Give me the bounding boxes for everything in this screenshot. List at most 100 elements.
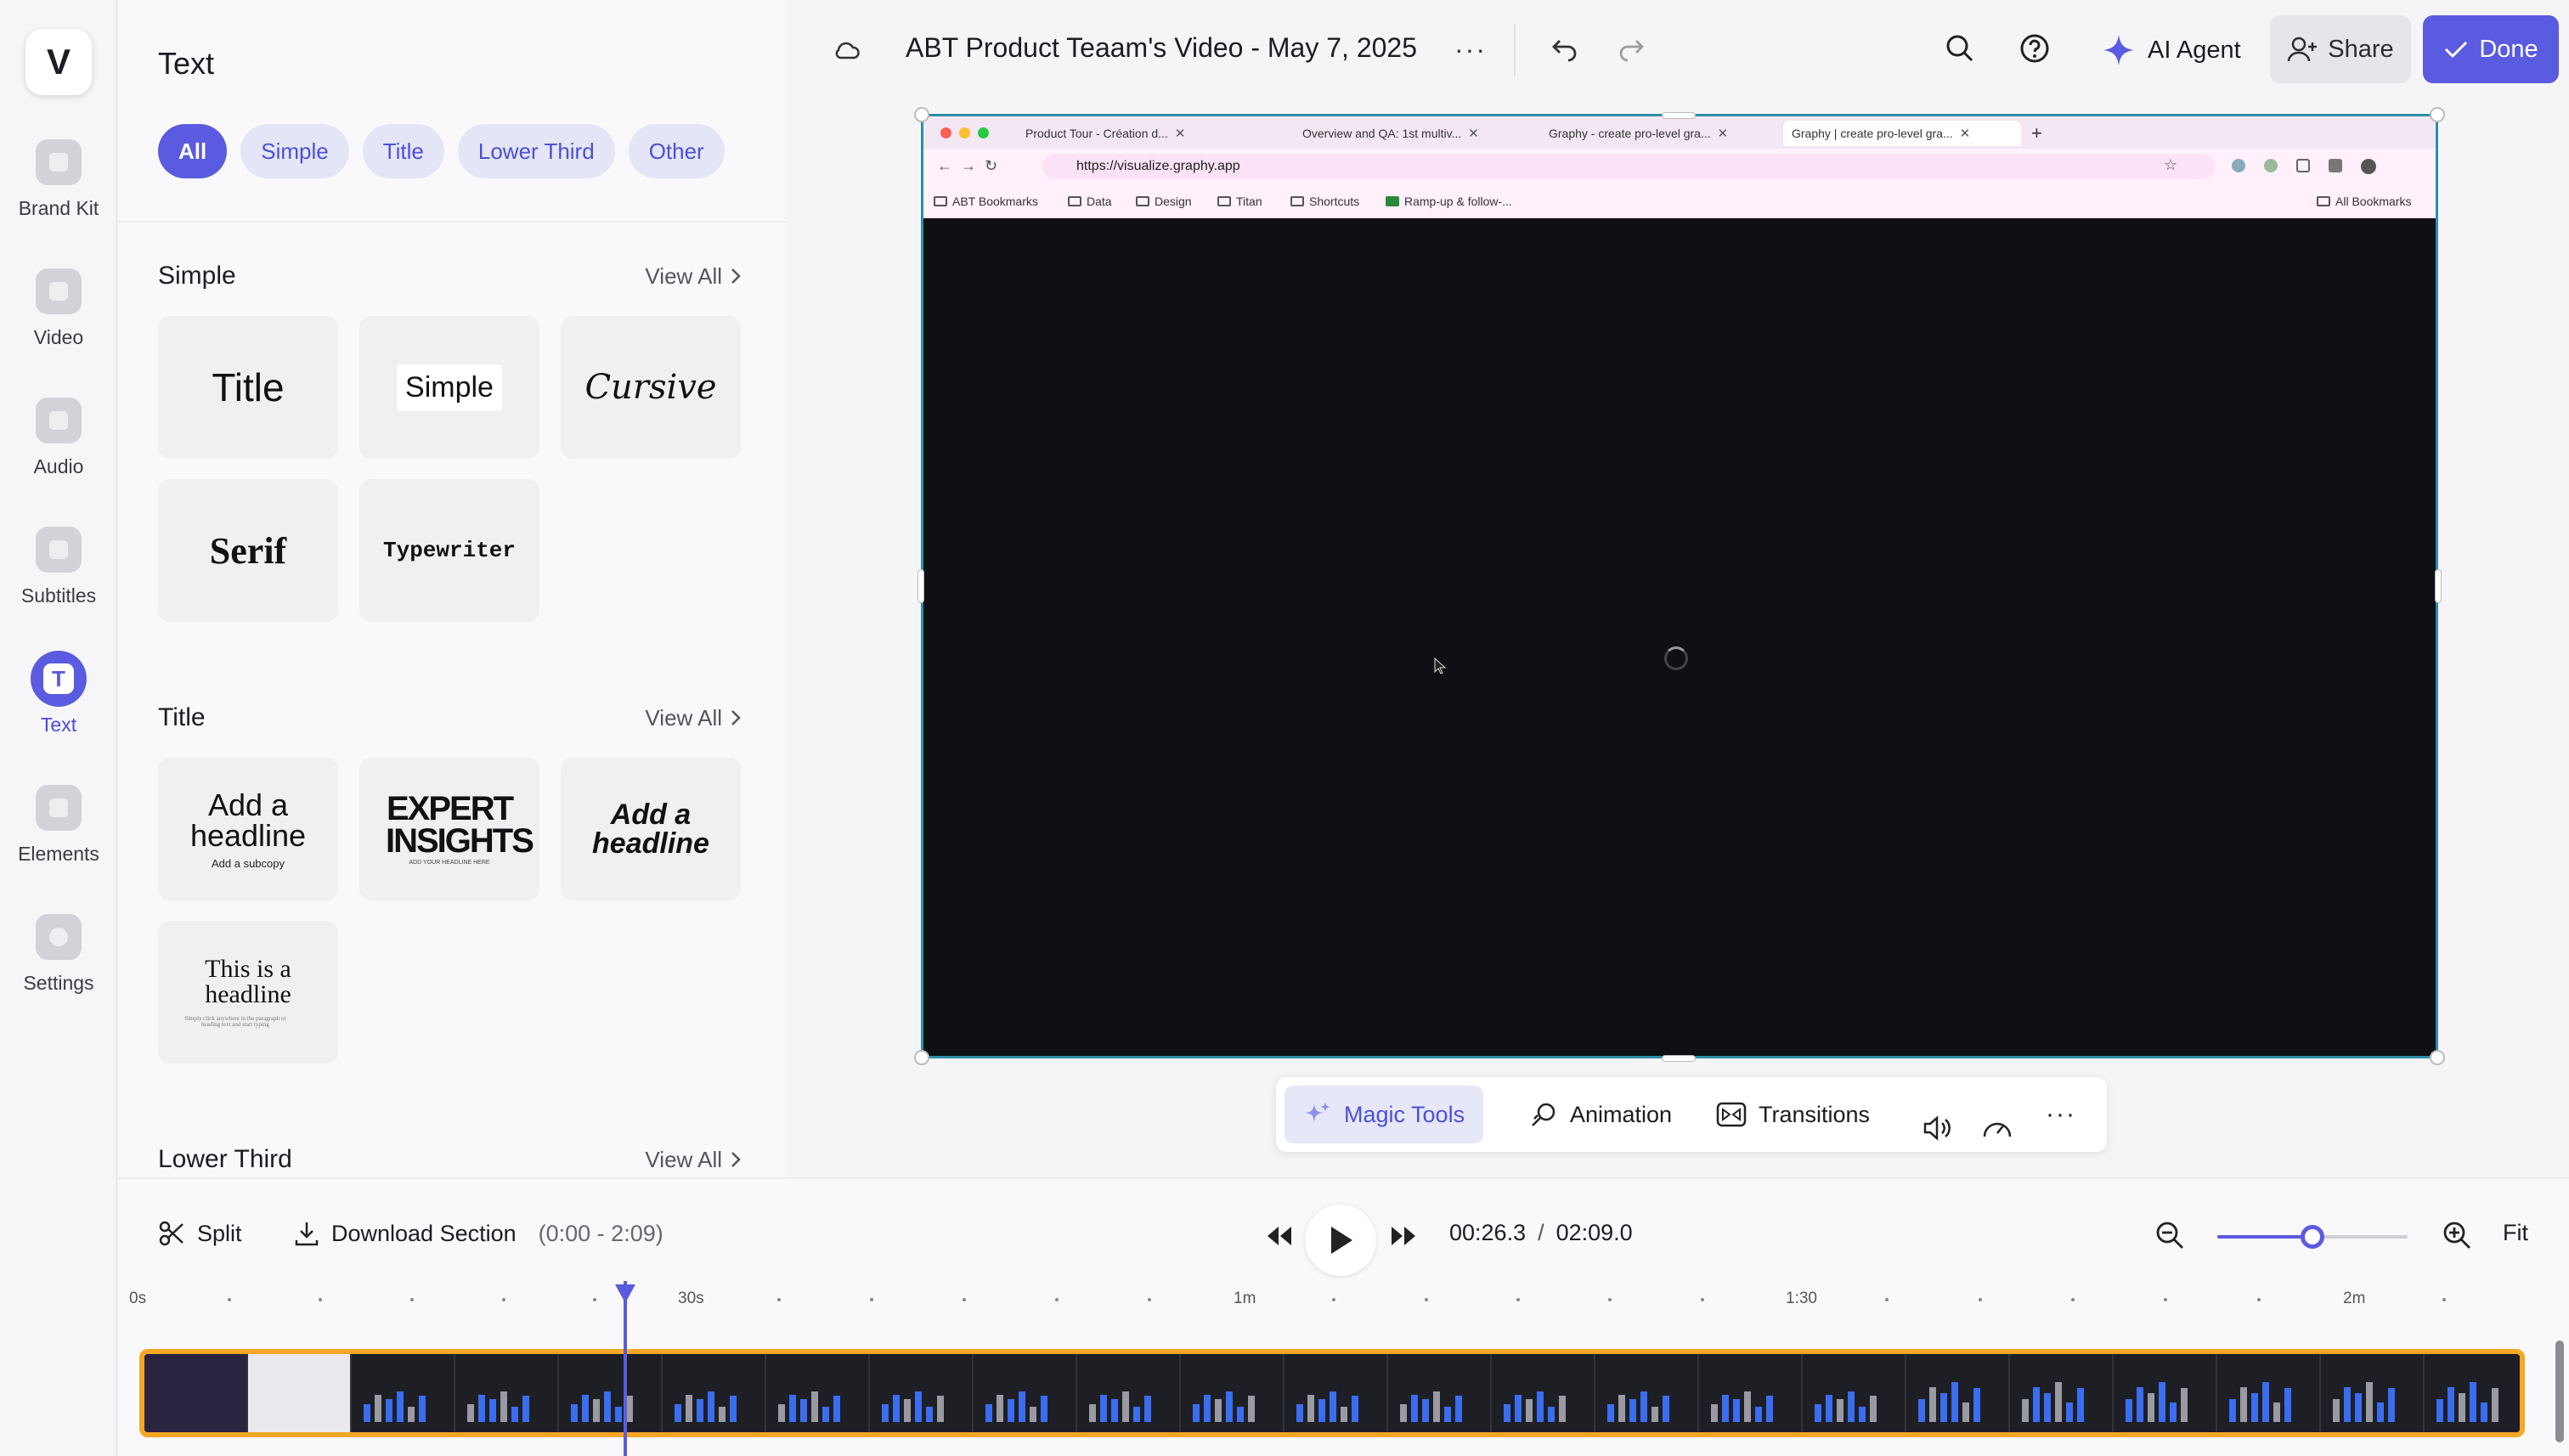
app-logo[interactable]: V [25,29,92,95]
rail-item-audio[interactable]: Audio [0,398,117,478]
ruler-tick [2164,1298,2168,1301]
download-range: (0:00 - 2:09) [538,1220,663,1246]
zoom-slider[interactable] [2217,1225,2408,1249]
resize-handle-right[interactable] [2435,569,2442,603]
recorded-browser-tabbar: Product Tour - Création d... ✕ Overview a… [923,116,2436,149]
recorded-bookmarks-bar: ABT Bookmarks Data Design Titan Shortcut… [923,184,2436,218]
card-subcopy: Add a subcopy [211,856,285,870]
zoom-in-icon[interactable] [2442,1220,2472,1250]
resize-handle-bottom-right[interactable] [2430,1050,2445,1065]
speed-gauge-icon[interactable] [1981,1099,2013,1157]
video-clip-track[interactable] [139,1349,2525,1437]
chip-lower-third[interactable]: Lower Third [457,124,615,178]
window-minimize-dot [959,127,970,138]
fit-button[interactable]: Fit [2503,1220,2528,1246]
transitions-button[interactable]: Transitions [1716,1086,1870,1143]
split-button[interactable]: Split [158,1220,242,1247]
view-all-label: View All [645,1146,722,1172]
ruler-tick [319,1298,323,1301]
title-card-serif-headline[interactable]: This is a headline Simply click anywhere … [158,921,338,1064]
video-preview[interactable]: Product Tour - Création d... ✕ Overview a… [921,114,2438,1058]
add-user-icon [2288,37,2318,62]
section-title: Lower Third [158,1145,292,1173]
animation-button[interactable]: Animation [1529,1086,1672,1143]
volume-icon[interactable] [1922,1099,1954,1157]
resize-handle-top-left[interactable] [914,107,929,122]
undo-icon[interactable] [1550,34,1580,63]
redo-icon[interactable] [1616,34,1646,63]
view-all-simple-link[interactable]: View All [645,263,741,290]
fast-forward-icon[interactable] [1388,1223,1419,1249]
view-all-lower-third-link[interactable]: View All [645,1147,741,1173]
title-card-italic-headline[interactable]: Add a headline [561,758,741,900]
chip-other[interactable]: Other [628,124,725,178]
title-card-expert-insights[interactable]: EXPERT INSIGHTS ADD YOUR HEADLINE HERE [359,758,539,900]
text-style-card-simple[interactable]: Simple [359,316,539,459]
text-style-card-serif[interactable]: Serif [158,479,338,622]
rail-item-settings[interactable]: Settings [0,914,117,995]
rail-item-text[interactable]: T Text [0,651,117,736]
view-all-label: View All [645,262,722,289]
chip-title[interactable]: Title [362,124,444,178]
playhead[interactable] [624,1281,627,1456]
zoom-slider-knob[interactable] [2301,1225,2324,1249]
view-all-title-link[interactable]: View All [645,705,741,731]
music-note-icon [36,398,82,443]
text-style-card-title[interactable]: Title [158,316,338,459]
chevron-right-icon [731,710,741,725]
ruler-tick [777,1298,781,1301]
ruler-tick [1700,1298,1704,1301]
ruler-tick [1332,1298,1336,1301]
rewind-icon[interactable] [1264,1223,1295,1249]
loading-spinner-icon [1664,646,1688,670]
resize-handle-left[interactable] [918,569,924,603]
resize-handle-bottom[interactable] [1662,1055,1696,1062]
timeline-ruler[interactable]: 0s 30s 1m 1:30 2m [119,1290,2569,1323]
playback-time: 00:26.3 / 02:09.0 [1449,1220,1633,1246]
share-button[interactable]: Share [2270,15,2411,83]
more-options-button[interactable]: ··· [1454,34,1487,65]
sparkle-icon [2103,35,2134,65]
cursor-arrow-icon [1434,657,1447,674]
timeline-scrollbar[interactable] [2555,1340,2564,1442]
zoom-out-icon[interactable] [2154,1220,2185,1250]
text-style-card-typewriter[interactable]: Typewriter [359,479,539,622]
rail-item-brand-kit[interactable]: Brand Kit [0,139,117,220]
chip-all[interactable]: All [158,124,228,178]
ruler-label: 1m [1234,1290,1256,1307]
resize-handle-top[interactable] [1662,112,1696,119]
card-headline: Add a headline [592,799,709,860]
rail-item-label: Brand Kit [18,197,99,219]
title-card-add-headline[interactable]: Add a headline Add a subcopy [158,758,338,900]
help-icon[interactable] [2019,32,2051,65]
download-section-button[interactable]: Download Section (0:00 - 2:09) [294,1220,663,1247]
panel-title: Text [158,46,215,81]
browser-tab-label: Graphy | create pro-level gra... [1792,127,1953,140]
rail-item-video[interactable]: Video [0,268,117,349]
ruler-tick [1516,1298,1520,1301]
animation-label: Animation [1570,1101,1673,1127]
current-time: 00:26.3 [1449,1220,1527,1245]
ruler-tick [593,1298,597,1301]
text-style-card-cursive[interactable]: Cursive [561,316,741,459]
chip-simple[interactable]: Simple [240,124,349,178]
browser-tab: Graphy - create pro-level gra... ✕ [1549,127,1729,141]
resize-handle-top-right[interactable] [2430,107,2445,122]
done-button[interactable]: Done [2423,15,2559,83]
magic-tools-button[interactable]: Magic Tools [1284,1086,1484,1143]
search-icon[interactable] [1944,32,1976,65]
ruler-tick [2071,1298,2075,1301]
rail-item-subtitles[interactable]: Subtitles [0,527,117,607]
clip-thumbnail [1284,1354,1388,1432]
card-label: Serif [209,529,287,572]
bookmark-item: ABT Bookmarks [934,195,1038,208]
ruler-tick [1055,1298,1059,1301]
more-clip-options-button[interactable]: ··· [2046,1086,2076,1143]
download-section-label: Download Section [331,1220,517,1246]
resize-handle-bottom-left[interactable] [914,1050,929,1065]
chevron-right-icon [731,268,741,284]
project-title[interactable]: ABT Product Teaam's Video - May 7, 2025 [906,32,1417,64]
ai-agent-button[interactable]: AI Agent [2102,27,2241,73]
rail-item-elements[interactable]: Elements [0,785,117,866]
play-button[interactable] [1305,1205,1376,1276]
